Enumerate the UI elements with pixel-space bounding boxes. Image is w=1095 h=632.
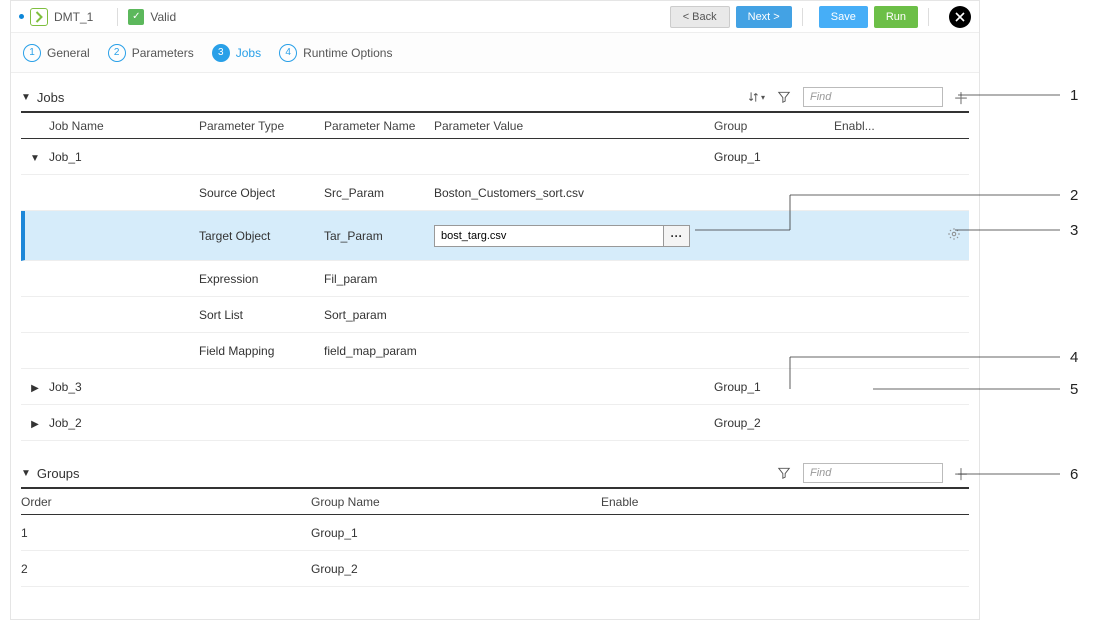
jobs-section-header: ▼ Jobs ▾ ＋ (21, 83, 969, 113)
col-pval: Parameter Value (434, 119, 714, 133)
job-name: Job_3 (49, 380, 199, 394)
wizard-step-jobs[interactable]: 3 Jobs (212, 44, 261, 62)
content-area: ▼ Jobs ▾ ＋ Job Name Parameter Type Param… (11, 73, 979, 619)
wizard-step-runtime[interactable]: 4 Runtime Options (279, 44, 392, 62)
save-button[interactable]: Save (819, 6, 868, 28)
filter-icon[interactable] (775, 88, 793, 106)
job-row-job1[interactable]: ▼ Job_1 Group_1 (21, 139, 969, 175)
step-number-icon: 2 (108, 44, 126, 62)
col-group: Group (714, 119, 834, 133)
param-name: Fil_param (324, 272, 434, 286)
param-value: Boston_Customers_sort.csv (434, 186, 714, 200)
modified-dot-icon (19, 14, 24, 19)
app-window: DMT_1 ✓ Valid < Back Next > Save Run 1 G… (10, 0, 980, 620)
step-label: General (47, 46, 90, 60)
param-row-selected[interactable]: Target Object Tar_Param ··· (21, 211, 969, 261)
jobs-table-header: Job Name Parameter Type Parameter Name P… (21, 113, 969, 139)
group-order: 2 (21, 562, 311, 576)
param-row[interactable]: Field Mapping field_map_param (21, 333, 969, 369)
step-number-icon: 3 (212, 44, 230, 62)
param-row[interactable]: Source Object Src_Param Boston_Customers… (21, 175, 969, 211)
callout-5: 5 (1070, 381, 1078, 398)
job-group: Group_1 (714, 380, 834, 394)
wizard-tabs: 1 General 2 Parameters 3 Jobs 4 Runtime … (11, 33, 979, 73)
param-type: Sort List (199, 308, 324, 322)
param-type: Field Mapping (199, 344, 324, 358)
step-number-icon: 1 (23, 44, 41, 62)
job-group: Group_1 (714, 150, 834, 164)
param-row[interactable]: Expression Fil_param (21, 261, 969, 297)
chevron-right-icon[interactable]: ▶ (31, 383, 39, 394)
job-row-job3[interactable]: ▶ Job_3 Group_1 (21, 369, 969, 405)
callout-1: 1 (1070, 87, 1078, 104)
col-order: Order (21, 495, 311, 509)
wizard-step-general[interactable]: 1 General (23, 44, 90, 62)
callout-4: 4 (1070, 349, 1078, 366)
divider (928, 8, 929, 26)
groups-find-input[interactable] (803, 463, 943, 483)
col-jobname: Job Name (49, 119, 199, 133)
add-group-button[interactable]: ＋ (953, 461, 969, 485)
group-name: Group_1 (311, 526, 601, 540)
step-number-icon: 4 (279, 44, 297, 62)
collapse-icon[interactable]: ▼ (21, 92, 31, 103)
job-row-job2[interactable]: ▶ Job_2 Group_2 (21, 405, 969, 441)
step-label: Jobs (236, 46, 261, 60)
group-name: Group_2 (311, 562, 601, 576)
col-enable: Enable (601, 495, 801, 509)
top-bar: DMT_1 ✓ Valid < Back Next > Save Run (11, 1, 979, 33)
collapse-icon[interactable]: ▼ (21, 468, 31, 479)
job-group: Group_2 (714, 416, 834, 430)
callout-6: 6 (1070, 466, 1078, 483)
section-title: Jobs (37, 90, 64, 105)
callout-2: 2 (1070, 187, 1078, 204)
step-label: Runtime Options (303, 46, 392, 60)
param-name: field_map_param (324, 344, 434, 358)
close-button[interactable] (949, 6, 971, 28)
param-name: Tar_Param (324, 229, 434, 243)
param-type: Source Object (199, 186, 324, 200)
browse-button[interactable]: ··· (664, 225, 690, 247)
param-name: Src_Param (324, 186, 434, 200)
job-name: Job_1 (49, 150, 199, 164)
col-ptype: Parameter Type (199, 119, 324, 133)
param-type: Target Object (199, 229, 324, 243)
sort-icon[interactable]: ▾ (747, 88, 765, 106)
param-type: Expression (199, 272, 324, 286)
divider (117, 8, 118, 26)
step-label: Parameters (132, 46, 194, 60)
callout-3: 3 (1070, 222, 1078, 239)
run-button[interactable]: Run (874, 6, 918, 28)
filter-icon[interactable] (775, 464, 793, 482)
back-button[interactable]: < Back (670, 6, 730, 28)
task-type-icon (30, 8, 48, 26)
valid-badge-icon: ✓ (128, 9, 144, 25)
divider (802, 8, 803, 26)
group-row[interactable]: 1 Group_1 (21, 515, 969, 551)
add-job-button[interactable]: ＋ (953, 85, 969, 109)
group-order: 1 (21, 526, 311, 540)
groups-section-header: ▼ Groups ＋ (21, 459, 969, 489)
col-groupname: Group Name (311, 495, 601, 509)
section-title: Groups (37, 466, 80, 481)
job-name: Job_2 (49, 416, 199, 430)
valid-label: Valid (150, 10, 176, 24)
next-button[interactable]: Next > (736, 6, 792, 28)
col-enable: Enabl... (834, 119, 914, 133)
gear-icon[interactable] (947, 230, 961, 244)
chevron-down-icon[interactable]: ▼ (30, 153, 40, 164)
param-value-input[interactable] (434, 225, 664, 247)
groups-table-header: Order Group Name Enable (21, 489, 969, 515)
jobs-find-input[interactable] (803, 87, 943, 107)
chevron-right-icon[interactable]: ▶ (31, 419, 39, 430)
wizard-step-parameters[interactable]: 2 Parameters (108, 44, 194, 62)
param-row[interactable]: Sort List Sort_param (21, 297, 969, 333)
task-name: DMT_1 (54, 10, 93, 24)
group-row[interactable]: 2 Group_2 (21, 551, 969, 587)
param-name: Sort_param (324, 308, 434, 322)
col-pname: Parameter Name (324, 119, 434, 133)
